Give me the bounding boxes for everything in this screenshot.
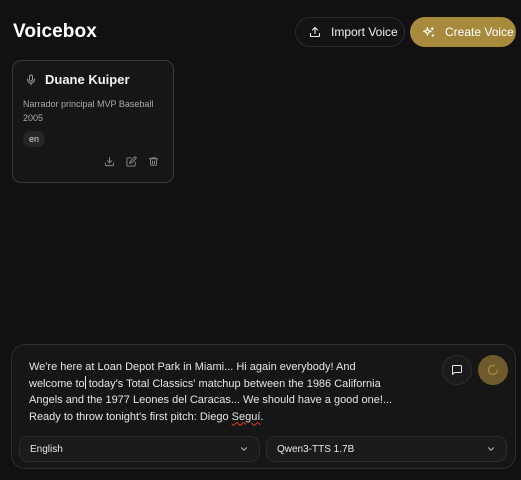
app-title: Voicebox [13,21,97,42]
loading-spinner-icon [487,364,499,376]
sparkles-icon [423,26,435,37]
prompt-textarea[interactable]: We're here at Loan Depot Park in Miami..… [29,359,397,425]
create-voice-label: Create Voice [445,25,514,39]
voice-name: Duane Kuiper [45,72,130,87]
import-voice-button[interactable]: Import Voice [295,17,405,47]
download-icon[interactable] [104,156,115,167]
instructions-button[interactable] [442,355,472,385]
voice-card[interactable]: Duane Kuiper Narrador principal MVP Base… [12,60,174,183]
message-square-icon [452,365,462,375]
upload-icon [309,26,321,38]
trash-icon[interactable] [148,156,159,167]
import-voice-label: Import Voice [331,25,398,39]
model-select[interactable]: Qwen3-TTS 1.7B [266,436,507,462]
voice-language-badge: en [23,131,46,147]
model-select-value: Qwen3-TTS 1.7B [277,443,355,455]
voice-description: Narrador principal MVP Baseball 2005 [23,99,154,123]
chevron-down-icon [488,447,494,451]
voice-card-actions [104,156,159,167]
language-select-value: English [30,443,63,455]
prompt-text-end: . [260,410,264,423]
misspelled-word: Seguí [231,410,261,423]
create-voice-button[interactable]: Create Voice [410,17,516,47]
chevron-down-icon [241,447,247,451]
voice-card-header: Duane Kuiper [25,72,130,87]
edit-icon[interactable] [126,156,137,167]
mic-icon [27,74,35,85]
generation-composer: We're here at Loan Depot Park in Miami..… [11,344,516,469]
generate-button[interactable] [478,355,508,385]
language-select[interactable]: English [19,436,260,462]
